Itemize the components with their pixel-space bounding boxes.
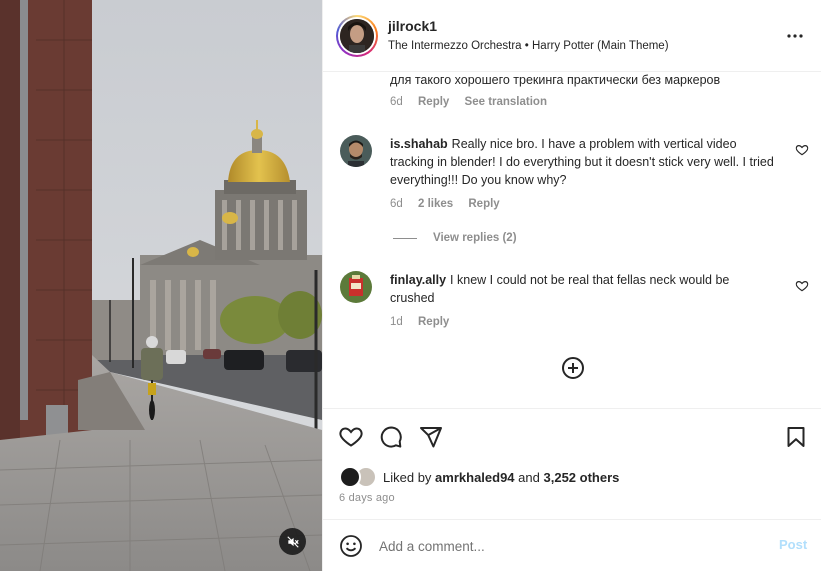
comments-list[interactable]: для такого хорошего трекинга практически…: [323, 72, 821, 408]
liked-by-prefix: Liked by: [383, 469, 432, 485]
comment-like-icon[interactable]: [795, 143, 809, 157]
comment-like-icon[interactable]: [795, 279, 809, 293]
comment-time: 1d: [390, 316, 403, 328]
author-avatar-image: [340, 19, 374, 53]
post-actions: Liked by amrkhaled94 and 3,252 others 6 …: [323, 408, 821, 520]
commenter-avatar[interactable]: [340, 271, 372, 303]
comment-body: для такого хорошего трекинга практически…: [390, 73, 721, 87]
liked-by-others[interactable]: 3,252 others: [544, 470, 620, 485]
likes-summary[interactable]: Liked by amrkhaled94 and 3,252 others: [339, 466, 619, 488]
volume-off-icon: [286, 535, 299, 548]
post-details-panel: jilrock1 The Intermezzo Orchestra • Harr…: [322, 0, 821, 571]
commenter-avatar-image: [340, 135, 372, 167]
reply-button[interactable]: Reply: [418, 96, 449, 108]
video-frame: [0, 0, 322, 571]
comment-text: finlay.ally I knew I could not be real th…: [390, 271, 775, 307]
post-timestamp[interactable]: 6 days ago: [339, 492, 395, 504]
view-replies-button[interactable]: View replies (2): [393, 232, 517, 244]
comment-meta: 6d 2 likes Reply: [390, 198, 512, 210]
comment-input[interactable]: [379, 534, 759, 558]
reply-button[interactable]: Reply: [468, 198, 499, 210]
commenter-avatar[interactable]: [340, 135, 372, 167]
mute-button[interactable]: [279, 528, 306, 555]
view-replies-label: View replies (2): [433, 232, 517, 244]
load-more-comments-icon[interactable]: [561, 356, 585, 380]
liked-by-conjunction: and: [518, 469, 540, 485]
heart-icon[interactable]: [339, 425, 363, 449]
post-comment-button[interactable]: Post: [779, 537, 807, 552]
comment-text: is.shahab Really nice bro. I have a probl…: [390, 135, 775, 189]
comment-icon[interactable]: [379, 425, 403, 449]
comment-time: 6d: [390, 198, 403, 210]
more-options-icon[interactable]: [783, 24, 807, 48]
liker-avatars: [339, 466, 379, 488]
comment-meta: 6d Reply See translation: [390, 96, 559, 108]
post-header: jilrock1 The Intermezzo Orchestra • Harr…: [323, 0, 821, 72]
liker-avatar: [339, 466, 361, 488]
commenter-avatar-image: [340, 271, 372, 303]
post-video[interactable]: [0, 0, 322, 571]
comment-meta: 1d Reply: [390, 316, 461, 328]
replies-divider: [393, 237, 417, 239]
comment-text: для такого хорошего трекинга практически…: [390, 72, 775, 89]
author-avatar[interactable]: [336, 15, 378, 57]
author-username[interactable]: jilrock1: [388, 18, 437, 34]
liked-by-user[interactable]: amrkhaled94: [435, 470, 515, 485]
reply-button[interactable]: Reply: [418, 316, 449, 328]
bookmark-icon[interactable]: [784, 425, 808, 449]
comment-likes[interactable]: 2 likes: [418, 198, 453, 210]
add-comment-bar: Post: [323, 519, 821, 571]
emoji-icon[interactable]: [339, 534, 363, 558]
paper-plane-icon[interactable]: [419, 425, 443, 449]
commenter-username[interactable]: finlay.ally: [390, 273, 446, 287]
see-translation-button[interactable]: See translation: [465, 96, 547, 108]
commenter-username[interactable]: is.shahab: [390, 137, 448, 151]
comment-time: 6d: [390, 96, 403, 108]
audio-track-link[interactable]: The Intermezzo Orchestra • Harry Potter …: [388, 40, 669, 52]
